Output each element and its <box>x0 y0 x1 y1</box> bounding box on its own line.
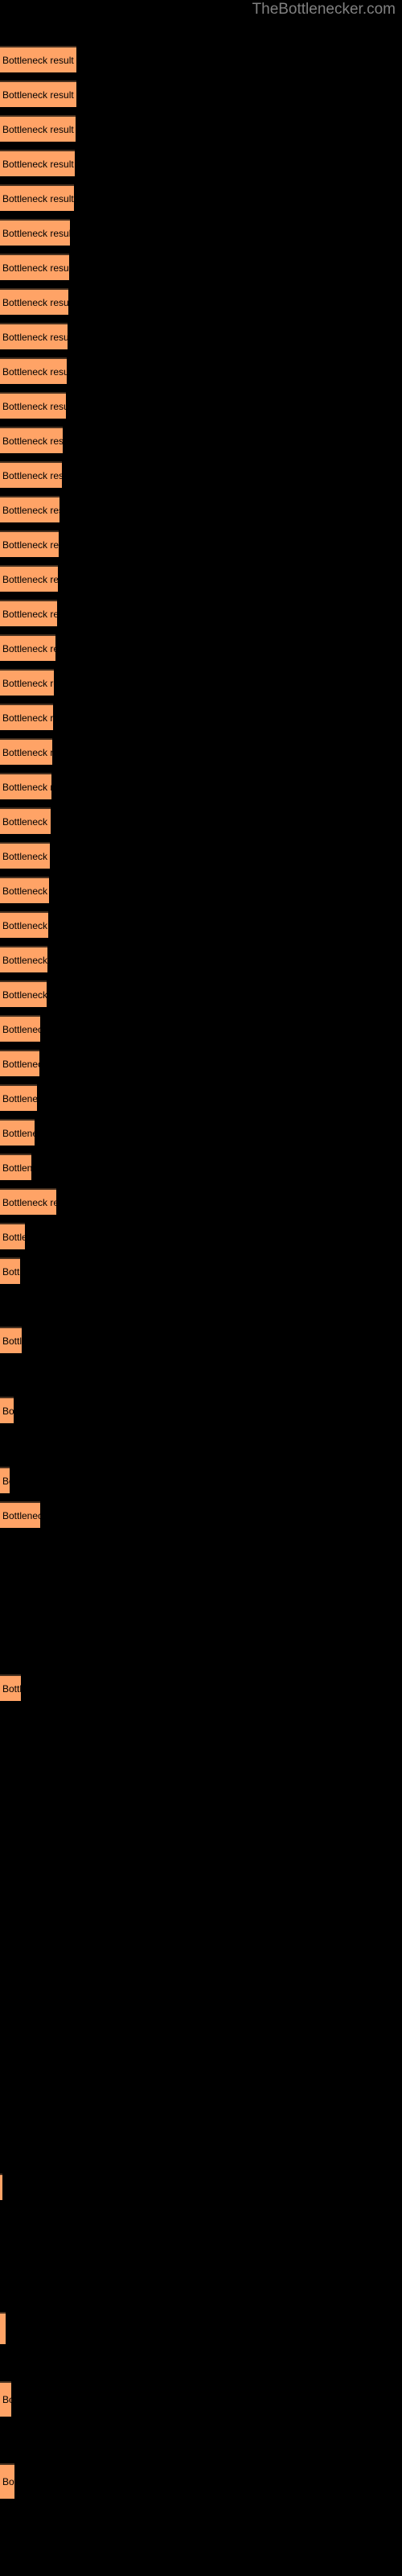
bar-label: Bottleneck result <box>2 1475 10 1487</box>
bar-label: Bottleneck result <box>2 331 68 343</box>
chart-bar: Bottleneck result <box>0 1188 56 1215</box>
chart-bar: Bottleneck result <box>0 1015 40 1042</box>
chart-bar: Bottleneck result <box>0 877 49 903</box>
bar-label: Bottleneck result <box>2 158 74 170</box>
chart-bar: Bottleneck result <box>0 184 74 211</box>
bar-label: Bottleneck result <box>2 504 59 516</box>
bar-label: Bottleneck result <box>2 89 74 101</box>
chart-bar: Bottleneck result <box>0 1501 40 1528</box>
chart-bar: Bottleneck result <box>0 807 51 834</box>
chart-bar <box>0 2174 2 2200</box>
bar-label: Bottleneck result <box>2 1405 14 1417</box>
bar-label: Bottleneck result <box>2 712 53 724</box>
bar-label: Bottleneck result <box>2 1335 22 1347</box>
chart-bar: Bottleneck result <box>0 115 76 142</box>
bar-label: Bottleneck result <box>2 400 66 412</box>
chart-bar: Bottleneck result <box>0 530 59 557</box>
chart-bar: Bottleneck result <box>0 1050 39 1076</box>
bar-label: Bottleneck result <box>2 1265 20 1278</box>
chart-bar: Bottleneck result <box>0 911 48 938</box>
chart-bar: Bottleneck result <box>0 219 70 246</box>
chart-bar: Bottleneck result <box>0 80 76 107</box>
bar-label: Bottleneck result <box>2 850 50 862</box>
bar-label: Bottleneck result <box>2 1162 31 1174</box>
chart-bar: Bottleneck result <box>0 1397 14 1423</box>
bar-label: Bottleneck result <box>2 815 51 828</box>
bar-label: Bottleneck result <box>2 1127 35 1139</box>
bar-label: Bottleneck result <box>2 642 55 654</box>
chart-bar: Bottleneck result <box>0 980 47 1007</box>
chart-bar: Bottleneck result <box>0 565 58 592</box>
chart-bar: Bottleneck result <box>0 600 57 626</box>
chart-bar: Bottleneck result <box>0 323 68 349</box>
bar-label: Bottleneck result <box>2 227 70 239</box>
chart-bar: Bottleneck result <box>0 669 54 696</box>
chart-bar: Bottleneck result <box>0 842 50 869</box>
bottleneck-bar-chart: TheBottlenecker.com Bottleneck result Bot… <box>0 0 402 2576</box>
chart-bar: Bottleneck result <box>0 1223 25 1249</box>
chart-bar: Bottleneck result <box>0 773 51 799</box>
bar-label: Bottleneck result <box>2 1058 39 1070</box>
chart-bar: Bottleneck result <box>0 2463 14 2499</box>
bar-label: Bottleneck result <box>2 2394 11 2405</box>
chart-bar: Bottleneck result <box>0 1257 20 1284</box>
bar-label: Bottleneck result <box>2 1196 56 1208</box>
chart-bar <box>0 2312 6 2344</box>
bar-label: Bottleneck result <box>2 435 63 447</box>
bar-label: Bottleneck result <box>2 192 74 204</box>
chart-bar: Bottleneck result <box>0 634 55 661</box>
bar-label: Bottleneck result <box>2 123 74 135</box>
bars-layer: Bottleneck result Bottleneck result Bottle… <box>0 0 402 2576</box>
chart-bar: Bottleneck result <box>0 1154 31 1180</box>
chart-bar: Bottleneck result <box>0 254 69 280</box>
bar-label: Bottleneck result <box>2 1509 40 1521</box>
chart-bar: Bottleneck result <box>0 704 53 730</box>
chart-bar: Bottleneck result <box>0 461 62 488</box>
bar-label: Bottleneck result <box>2 539 59 551</box>
bar-label: Bottleneck result <box>2 677 54 689</box>
chart-bar: Bottleneck result <box>0 150 75 176</box>
chart-bar: Bottleneck result <box>0 2381 11 2417</box>
chart-bar: Bottleneck result <box>0 46 76 72</box>
chart-bar: Bottleneck result <box>0 1084 37 1111</box>
bar-label: Bottleneck result <box>2 746 52 758</box>
bar-label: Bottleneck result <box>2 989 47 1001</box>
bar-label: Bottleneck result <box>2 573 58 585</box>
bar-label: Bottleneck result <box>2 365 67 378</box>
bar-label: Bottleneck result <box>2 781 51 793</box>
chart-bar: Bottleneck result <box>0 427 63 453</box>
bar-label: Bottleneck result <box>2 1092 37 1104</box>
bar-label: Bottleneck result <box>2 262 69 274</box>
chart-bar: Bottleneck result <box>0 357 67 384</box>
chart-bar: Bottleneck result <box>0 1327 22 1353</box>
chart-bar: Bottleneck result <box>0 1467 10 1493</box>
bar-label: Bottleneck result <box>2 885 49 897</box>
bar-label: Bottleneck result <box>2 1023 40 1035</box>
bar-label: Bottleneck result <box>2 54 74 66</box>
bar-label: Bottleneck result <box>2 608 57 620</box>
chart-bar: Bottleneck result <box>0 1119 35 1146</box>
chart-bar: Bottleneck result <box>0 738 52 765</box>
bar-label: Bottleneck result <box>2 2476 14 2487</box>
chart-bar: Bottleneck result <box>0 1674 21 1701</box>
bar-label: Bottleneck result <box>2 469 62 481</box>
chart-bar: Bottleneck result <box>0 496 59 522</box>
chart-bar: Bottleneck result <box>0 392 66 419</box>
bar-label: Bottleneck result <box>2 296 68 308</box>
bar-label: Bottleneck result <box>2 1682 21 1695</box>
chart-bar: Bottleneck result <box>0 946 47 972</box>
bar-label: Bottleneck result <box>2 1231 25 1243</box>
chart-bar: Bottleneck result <box>0 288 68 315</box>
bar-label: Bottleneck result <box>2 954 47 966</box>
bar-label: Bottleneck result <box>2 919 48 931</box>
